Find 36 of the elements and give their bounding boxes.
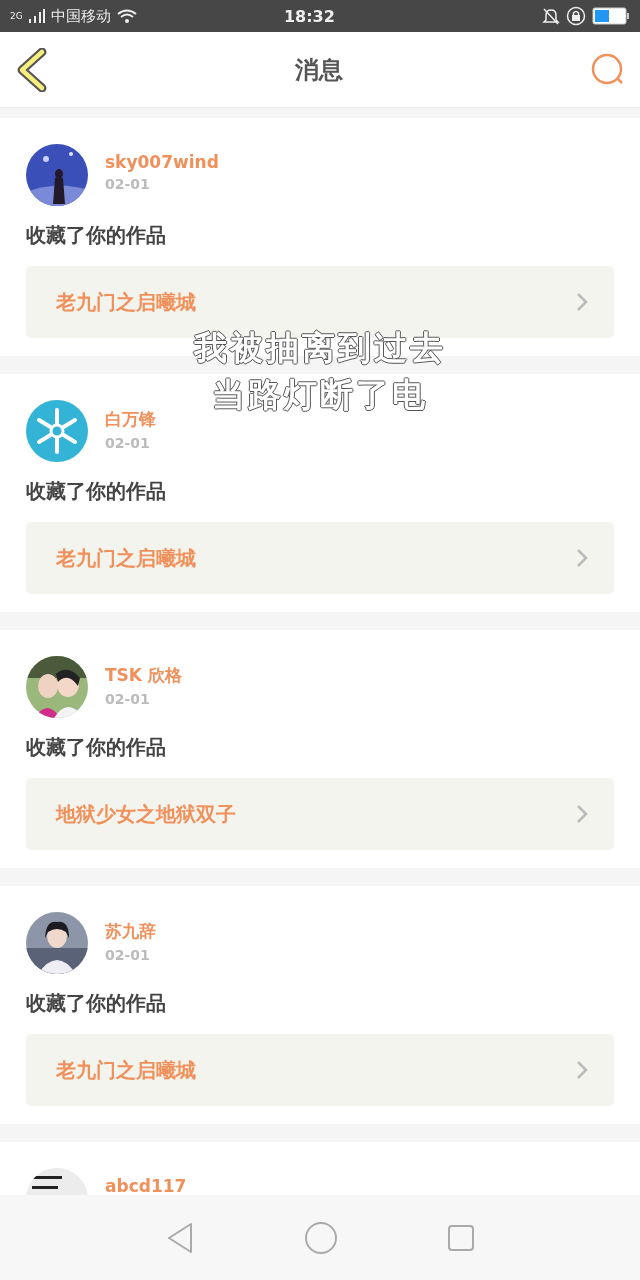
work-link[interactable]: 老九门之启曦城	[26, 522, 614, 594]
signal-icon	[28, 9, 45, 23]
lyrics-line: 当路灯断了电	[212, 374, 428, 416]
message-date: 02-01	[105, 435, 151, 451]
back-icon	[16, 47, 48, 92]
chevron-right-icon	[576, 292, 588, 312]
chevron-right-icon	[576, 548, 588, 568]
page-title: 消息	[295, 54, 343, 86]
battery-icon	[592, 7, 630, 25]
message-date: 02-01	[105, 691, 151, 707]
chevron-right-icon	[576, 1060, 588, 1080]
back-button[interactable]	[16, 47, 48, 92]
recent-apps-button[interactable]	[447, 1223, 476, 1252]
bell-off-icon	[542, 7, 560, 25]
user-name[interactable]: abcd117	[105, 1176, 187, 1195]
user-name[interactable]: sky007wind	[105, 152, 219, 172]
network-type: 2G	[10, 11, 23, 21]
clock-time: 18:32	[282, 6, 336, 26]
rotation-lock-icon	[566, 6, 586, 26]
user-name[interactable]: 苏九辞	[105, 920, 156, 943]
work-link[interactable]: 地狱少女之地狱双子	[26, 778, 614, 850]
message-date: 02-01	[105, 176, 151, 192]
message-text: 收藏了你的作品	[26, 222, 167, 249]
home-button[interactable]	[304, 1220, 338, 1255]
user-name[interactable]: 白万锋	[105, 408, 156, 431]
square-recents-icon	[447, 1223, 476, 1252]
user-name[interactable]: TSK 欣格	[105, 664, 182, 687]
circle-home-icon	[304, 1220, 338, 1255]
message-text: 收藏了你的作品	[26, 990, 167, 1017]
message-text: 收藏了你的作品	[26, 734, 167, 761]
wifi-icon	[116, 8, 137, 24]
message-date: 02-01	[105, 947, 151, 963]
work-link[interactable]: 老九门之启曦城	[26, 1034, 614, 1106]
message-text: 收藏了你的作品	[26, 478, 167, 505]
carrier-name: 中国移动	[50, 6, 111, 26]
chevron-right-icon	[576, 804, 588, 824]
